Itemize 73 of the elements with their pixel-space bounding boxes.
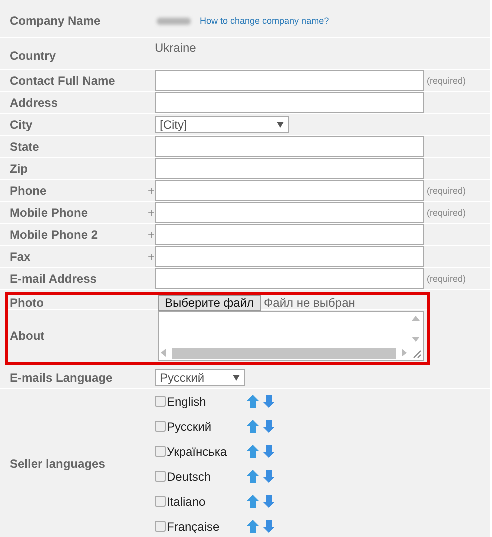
blurred-value-icon	[155, 15, 193, 27]
field-label: About	[9, 329, 45, 343]
phone-prefix: +	[148, 228, 155, 242]
field-label: E-mails Language	[9, 370, 113, 384]
input-field[interactable]	[155, 92, 424, 113]
language-label: English	[167, 394, 208, 408]
scrollbar-thumb[interactable]	[172, 348, 396, 358]
up-arrow-icon[interactable]	[247, 520, 259, 533]
field-label: Phone	[9, 184, 47, 198]
language-label: Українська	[167, 444, 228, 458]
field-label: Mobile Phone	[9, 206, 88, 220]
field-label: State	[9, 140, 40, 154]
language-label: Française	[167, 520, 221, 534]
down-arrow-icon[interactable]	[263, 445, 275, 458]
caret-icon	[233, 374, 240, 380]
checkbox[interactable]	[155, 396, 166, 407]
down-arrow-icon[interactable]	[263, 395, 275, 408]
language-label: Italiano	[167, 494, 207, 508]
field-label: Photo	[9, 296, 44, 310]
language-label: Deutsch	[167, 470, 212, 484]
field-label: Seller languages	[9, 457, 106, 471]
about-textarea[interactable]	[158, 311, 424, 361]
field-label: Contact Full Name	[9, 74, 116, 88]
scroll-right-icon[interactable]	[402, 349, 407, 357]
checkbox[interactable]	[155, 471, 166, 482]
input-field[interactable]	[155, 224, 424, 245]
phone-prefix: +	[148, 250, 155, 264]
field-label: Zip	[9, 162, 28, 176]
scroll-left-icon[interactable]	[161, 349, 166, 357]
up-arrow-icon[interactable]	[247, 495, 259, 508]
down-arrow-icon[interactable]	[263, 520, 275, 533]
file-status: Файл не выбран	[264, 296, 356, 310]
phone-prefix: +	[148, 184, 155, 198]
required-note: (required)	[427, 76, 466, 86]
checkbox[interactable]	[155, 421, 166, 432]
input-field[interactable]	[155, 246, 424, 267]
down-arrow-icon[interactable]	[263, 495, 275, 508]
language-label: Русский	[167, 420, 213, 434]
phone-prefix: +	[148, 206, 155, 220]
input-field[interactable]	[155, 136, 424, 157]
field-label: City	[9, 118, 33, 132]
field-label: Mobile Phone 2	[9, 228, 98, 242]
checkbox[interactable]	[155, 496, 166, 507]
field-label: Company Name	[9, 14, 101, 28]
field-label: Country	[9, 49, 56, 65]
up-arrow-icon[interactable]	[247, 445, 259, 458]
required-note: (required)	[427, 208, 466, 218]
required-note: (required)	[427, 186, 466, 196]
field-label: Address	[9, 96, 58, 110]
caret-icon	[277, 122, 284, 128]
choose-file-button[interactable]: Выберите файл	[158, 295, 262, 311]
up-arrow-icon[interactable]	[247, 470, 259, 483]
dropdown[interactable]: [City]	[155, 116, 289, 133]
input-field[interactable]	[155, 158, 424, 179]
input-field[interactable]	[155, 202, 424, 223]
resize-grip-icon[interactable]	[412, 349, 422, 359]
input-field[interactable]	[155, 70, 424, 91]
checkbox[interactable]	[155, 521, 166, 532]
up-arrow-icon[interactable]	[247, 395, 259, 408]
input-field[interactable]	[155, 268, 424, 289]
dropdown[interactable]: Русский	[155, 369, 245, 386]
down-arrow-icon[interactable]	[263, 470, 275, 483]
scroll-down-icon[interactable]	[412, 337, 420, 342]
down-arrow-icon[interactable]	[263, 420, 275, 433]
required-note: (required)	[427, 274, 466, 284]
scroll-up-icon[interactable]	[412, 316, 420, 321]
change-name-link[interactable]: How to change company name?	[200, 16, 330, 26]
field-value: Ukraine	[155, 40, 196, 55]
field-label: E-mail Address	[9, 272, 97, 286]
checkbox[interactable]	[155, 446, 166, 457]
input-field[interactable]	[155, 180, 424, 201]
up-arrow-icon[interactable]	[247, 420, 259, 433]
field-label: Fax	[9, 250, 31, 264]
